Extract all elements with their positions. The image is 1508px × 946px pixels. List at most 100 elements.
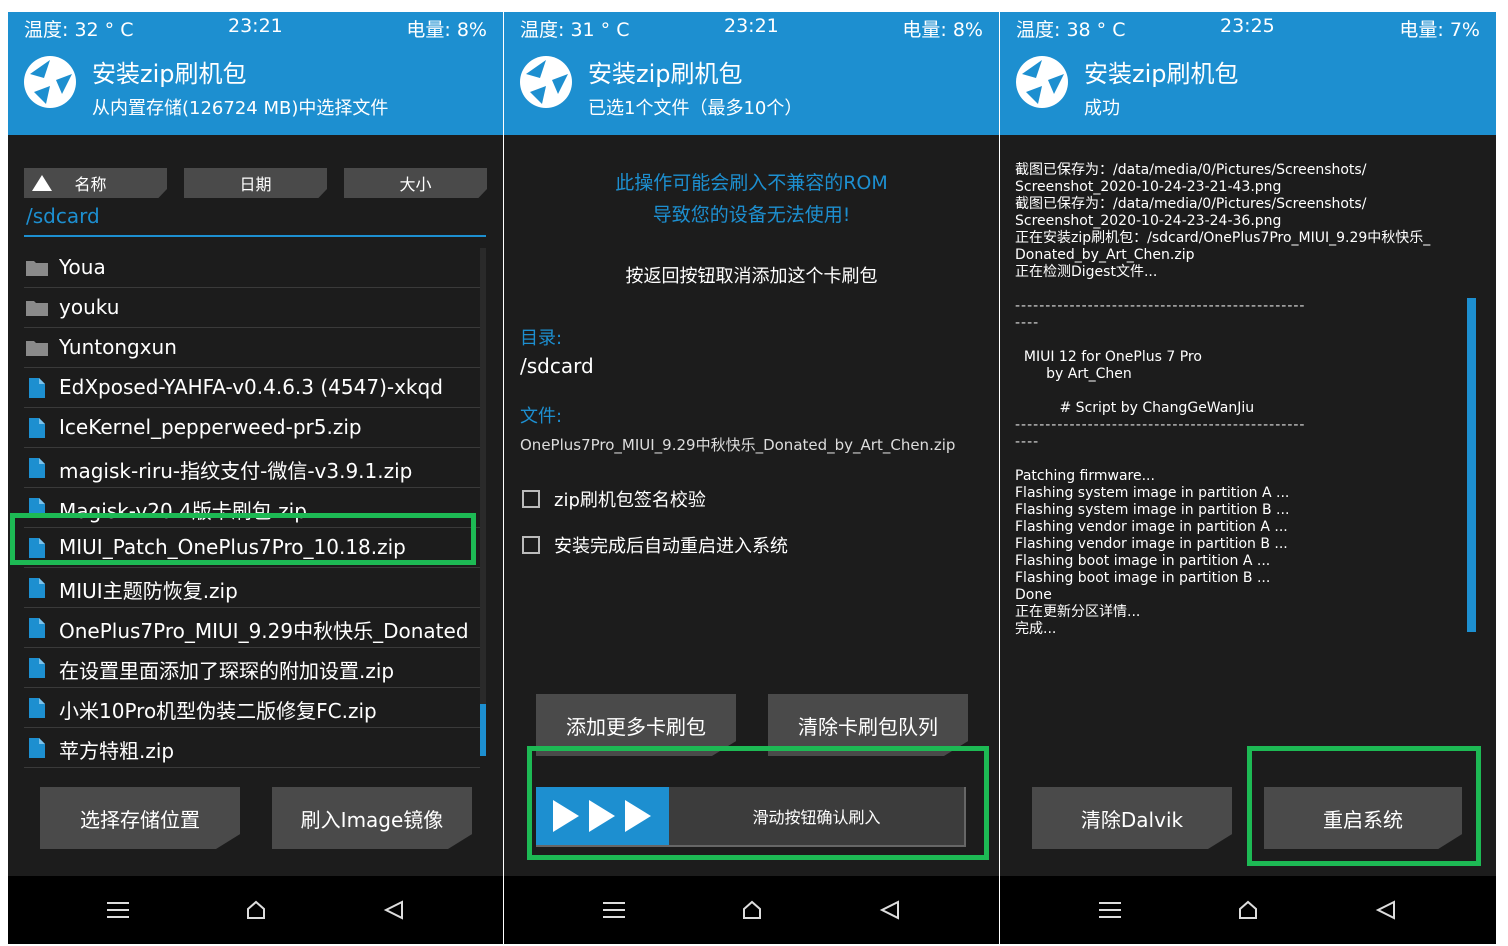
file-label: 文件:: [520, 406, 563, 427]
file-list: Youa youku Yuntongxun EdXposed-YAHFA-v0.4.6…: [24, 248, 480, 768]
file-name: magisk-riru-指纹支付-微信-v3.9.1.zip: [59, 459, 413, 483]
log-line: 截图已保存为：/data/media/0/Pictures/Screenshot…: [1015, 196, 1367, 212]
select-storage-label: 选择存储位置: [80, 807, 200, 832]
file-list-item[interactable]: youku: [24, 288, 480, 328]
header: 安装zip刷机包 成功: [1000, 42, 1496, 135]
header-subtitle: 从内置存储(126724 MB)中选择文件: [92, 98, 389, 119]
install-confirm-screen: 温度: 31 ° C 23:21 电量: 8% 安装zip刷机包 已选1个文件（…: [504, 12, 999, 944]
file-name: MIUI主题防恢复.zip: [59, 579, 238, 603]
file-icon: [29, 698, 45, 718]
header: 安装zip刷机包 从内置存储(126724 MB)中选择文件: [8, 42, 503, 135]
file-list-item[interactable]: IceKernel_pepperweed-pr5.zip: [24, 408, 480, 448]
file-list-item[interactable]: 苹方特粗.zip: [24, 728, 480, 768]
checkbox-box[interactable]: [522, 490, 540, 508]
back-icon[interactable]: [380, 896, 408, 924]
header: 安装zip刷机包 已选1个文件（最多10个）: [504, 42, 999, 135]
log-line: by Art_Chen: [1015, 366, 1132, 382]
back-icon[interactable]: [876, 896, 904, 924]
menu-icon[interactable]: [600, 896, 628, 924]
header-title: 安装zip刷机包: [92, 60, 247, 88]
home-icon[interactable]: [1234, 896, 1262, 924]
sort-ascending-icon: [32, 175, 52, 191]
battery-text: 电量: 8%: [406, 19, 487, 41]
file-list-item[interactable]: MIUI主题防恢复.zip: [24, 568, 480, 608]
file-list-scrollbar[interactable]: [480, 248, 486, 756]
warning-line-2: 导致您的设备无法使用!: [652, 204, 851, 226]
file-list-item[interactable]: Youa: [24, 248, 480, 288]
folder-icon: [26, 301, 48, 316]
battery-text: 电量: 8%: [902, 19, 983, 41]
status-bar: 温度: 32 ° C 23:21 电量: 8%: [8, 12, 503, 42]
header-title: 安装zip刷机包: [1084, 60, 1239, 88]
add-more-zip-label: 添加更多卡刷包: [566, 714, 706, 739]
log-line: 正在检测Digest文件...: [1015, 264, 1158, 280]
home-icon[interactable]: [738, 896, 766, 924]
file-name: 在设置里面添加了琛琛的附加设置.zip: [59, 659, 395, 683]
log-line: Screenshot_2020-10-24-23-21-43.png: [1015, 179, 1282, 195]
log-line: Donated_by_Art_Chen.zip: [1015, 247, 1195, 263]
file-name: 苹方特粗.zip: [59, 739, 175, 763]
temperature-text: 温度: 31 ° C: [520, 19, 630, 41]
sort-name-button[interactable]: 名称: [24, 168, 167, 198]
log-line: Screenshot_2020-10-24-23-24-36.png: [1015, 213, 1282, 229]
signature-verify-checkbox[interactable]: zip刷机包签名校验: [522, 486, 706, 512]
file-list-item[interactable]: EdXposed-YAHFA-v0.4.6.3 (4547)-xkqd: [24, 368, 480, 408]
file-list-item[interactable]: OnePlus7Pro_MIUI_9.29中秋快乐_Donated: [24, 608, 480, 648]
file-list-item[interactable]: Yuntongxun: [24, 328, 480, 368]
log-scrollbar[interactable]: [1467, 298, 1476, 632]
twrp-logo-icon: [520, 56, 572, 108]
auto-reboot-checkbox[interactable]: 安装完成后自动重启进入系统: [522, 532, 788, 558]
log-line: 完成...: [1015, 621, 1057, 637]
file-list-item[interactable]: magisk-riru-指纹支付-微信-v3.9.1.zip: [24, 448, 480, 488]
menu-icon[interactable]: [104, 896, 132, 924]
twrp-logo-icon: [1016, 56, 1068, 108]
file-name: IceKernel_pepperweed-pr5.zip: [59, 415, 362, 439]
file-icon: [29, 658, 45, 678]
file-list-item[interactable]: 在设置里面添加了琛琛的附加设置.zip: [24, 648, 480, 688]
highlight-box: [1247, 746, 1481, 866]
flash-image-button[interactable]: 刷入Image镜像: [272, 787, 472, 849]
twrp-logo-icon: [24, 56, 76, 108]
sort-size-label: 大小: [399, 175, 432, 194]
log-line: Flashing system image in partition B ...: [1015, 502, 1290, 518]
battery-text: 电量: 7%: [1399, 19, 1480, 41]
checkbox-box[interactable]: [522, 536, 540, 554]
navigation-bar: [8, 876, 503, 944]
log-line: Flashing system image in partition A ...: [1015, 485, 1290, 501]
scroll-thumb[interactable]: [480, 704, 486, 756]
home-icon[interactable]: [242, 896, 270, 924]
path-divider: [24, 235, 486, 237]
temperature-text: 温度: 38 ° C: [1016, 19, 1126, 41]
menu-icon[interactable]: [1096, 896, 1124, 924]
directory-label: 目录:: [520, 328, 563, 349]
file-name: youku: [59, 295, 120, 319]
file-icon: [29, 418, 45, 438]
log-line: ----: [1015, 315, 1040, 331]
file-list-item[interactable]: 小米10Pro机型伪装二版修复FC.zip: [24, 688, 480, 728]
highlight-box: [10, 513, 476, 565]
log-line: 正在安装zip刷机包：/sdcard/OnePlus7Pro_MIUI_9.29…: [1015, 230, 1431, 246]
file-icon: [29, 378, 45, 398]
log-line: ----------------------------------------…: [1015, 417, 1306, 433]
file-icon: [29, 618, 45, 638]
navigation-bar: [1000, 876, 1496, 944]
log-line: Flashing vendor image in partition B ...: [1015, 536, 1288, 552]
cancel-hint: 按返回按钮取消添加这个卡刷包: [625, 266, 878, 287]
log-line: Flashing vendor image in partition A ...: [1015, 519, 1288, 535]
current-path: /sdcard: [26, 204, 100, 228]
file-name: Youa: [59, 255, 106, 279]
signature-verify-label: zip刷机包签名校验: [554, 490, 706, 511]
wipe-dalvik-label: 清除Dalvik: [1080, 807, 1184, 832]
header-subtitle: 已选1个文件（最多10个）: [588, 98, 803, 119]
back-icon[interactable]: [1372, 896, 1400, 924]
file-name: 小米10Pro机型伪装二版修复FC.zip: [59, 699, 377, 723]
sort-date-button[interactable]: 日期: [184, 168, 327, 198]
wipe-dalvik-button[interactable]: 清除Dalvik: [1032, 787, 1232, 849]
select-storage-button[interactable]: 选择存储位置: [40, 787, 240, 849]
sort-size-button[interactable]: 大小: [344, 168, 487, 198]
file-icon: [29, 578, 45, 598]
file-browser-screen: 温度: 32 ° C 23:21 电量: 8% 安装zip刷机包 从内置存储(1…: [8, 12, 503, 944]
